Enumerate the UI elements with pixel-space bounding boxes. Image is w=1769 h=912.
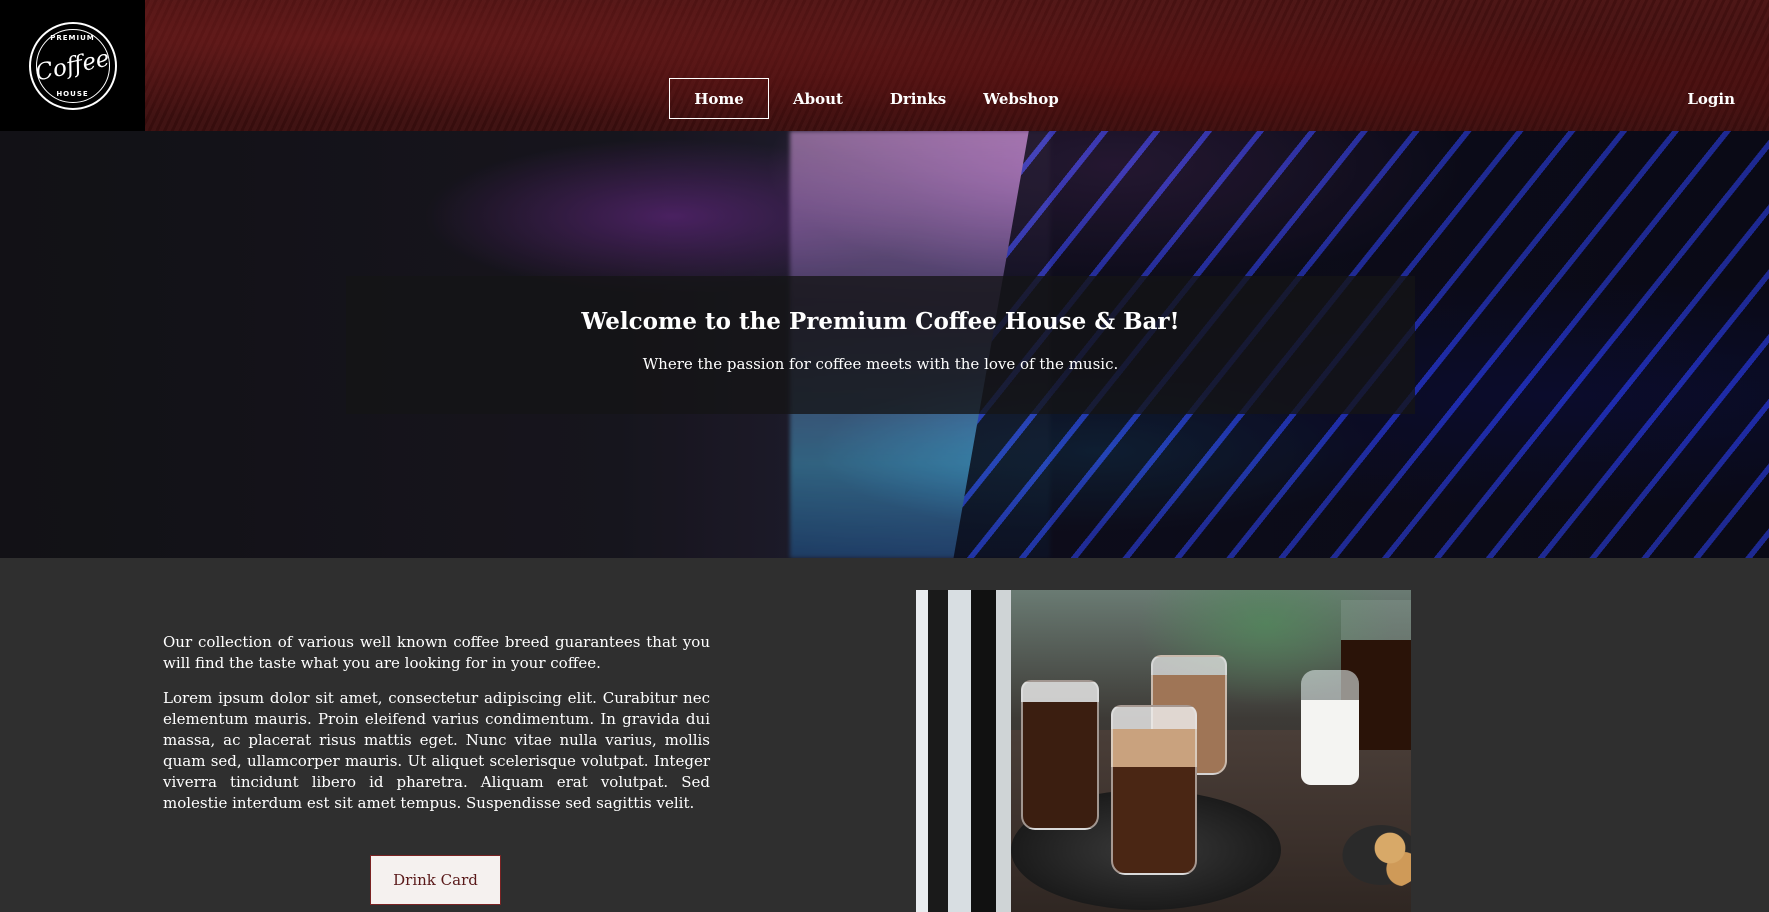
- coffee-house-logo-icon: PREMIUM Coffee HOUSE: [28, 21, 117, 110]
- site-header: PREMIUM Coffee HOUSE Home About Drinks W…: [0, 0, 1769, 131]
- main-nav: Home About Drinks Webshop: [669, 78, 1073, 119]
- photo-window-frame: [916, 590, 1011, 912]
- intro-text: Our collection of various well known cof…: [163, 632, 710, 828]
- logo-main-text: Coffee: [33, 44, 112, 87]
- logo-bottom-text: HOUSE: [56, 89, 89, 98]
- hero-title: Welcome to the Premium Coffee House & Ba…: [581, 308, 1180, 335]
- intro-paragraph-2: Lorem ipsum dolor sit amet, consectetur …: [163, 689, 710, 812]
- nav-item-home[interactable]: Home: [669, 78, 769, 119]
- drink-card-button[interactable]: Drink Card: [370, 855, 501, 905]
- photo-glass: [1021, 680, 1099, 830]
- photo-milk-bottle: [1301, 670, 1359, 785]
- nav-item-drinks[interactable]: Drinks: [867, 78, 969, 119]
- logo-top-text: PREMIUM: [50, 33, 95, 42]
- intro-paragraph-1: Our collection of various well known cof…: [163, 633, 710, 672]
- hero-banner: Welcome to the Premium Coffee House & Ba…: [0, 131, 1769, 558]
- hero-text-panel: [346, 276, 1415, 414]
- hero-subtitle: Where the passion for coffee meets with …: [642, 355, 1119, 373]
- login-link[interactable]: Login: [1687, 78, 1735, 119]
- logo-link[interactable]: PREMIUM Coffee HOUSE: [0, 0, 145, 131]
- iced-coffee-photo: [916, 590, 1411, 912]
- photo-glass: [1111, 705, 1197, 875]
- nav-item-about[interactable]: About: [769, 78, 867, 119]
- nav-item-webshop[interactable]: Webshop: [969, 78, 1073, 119]
